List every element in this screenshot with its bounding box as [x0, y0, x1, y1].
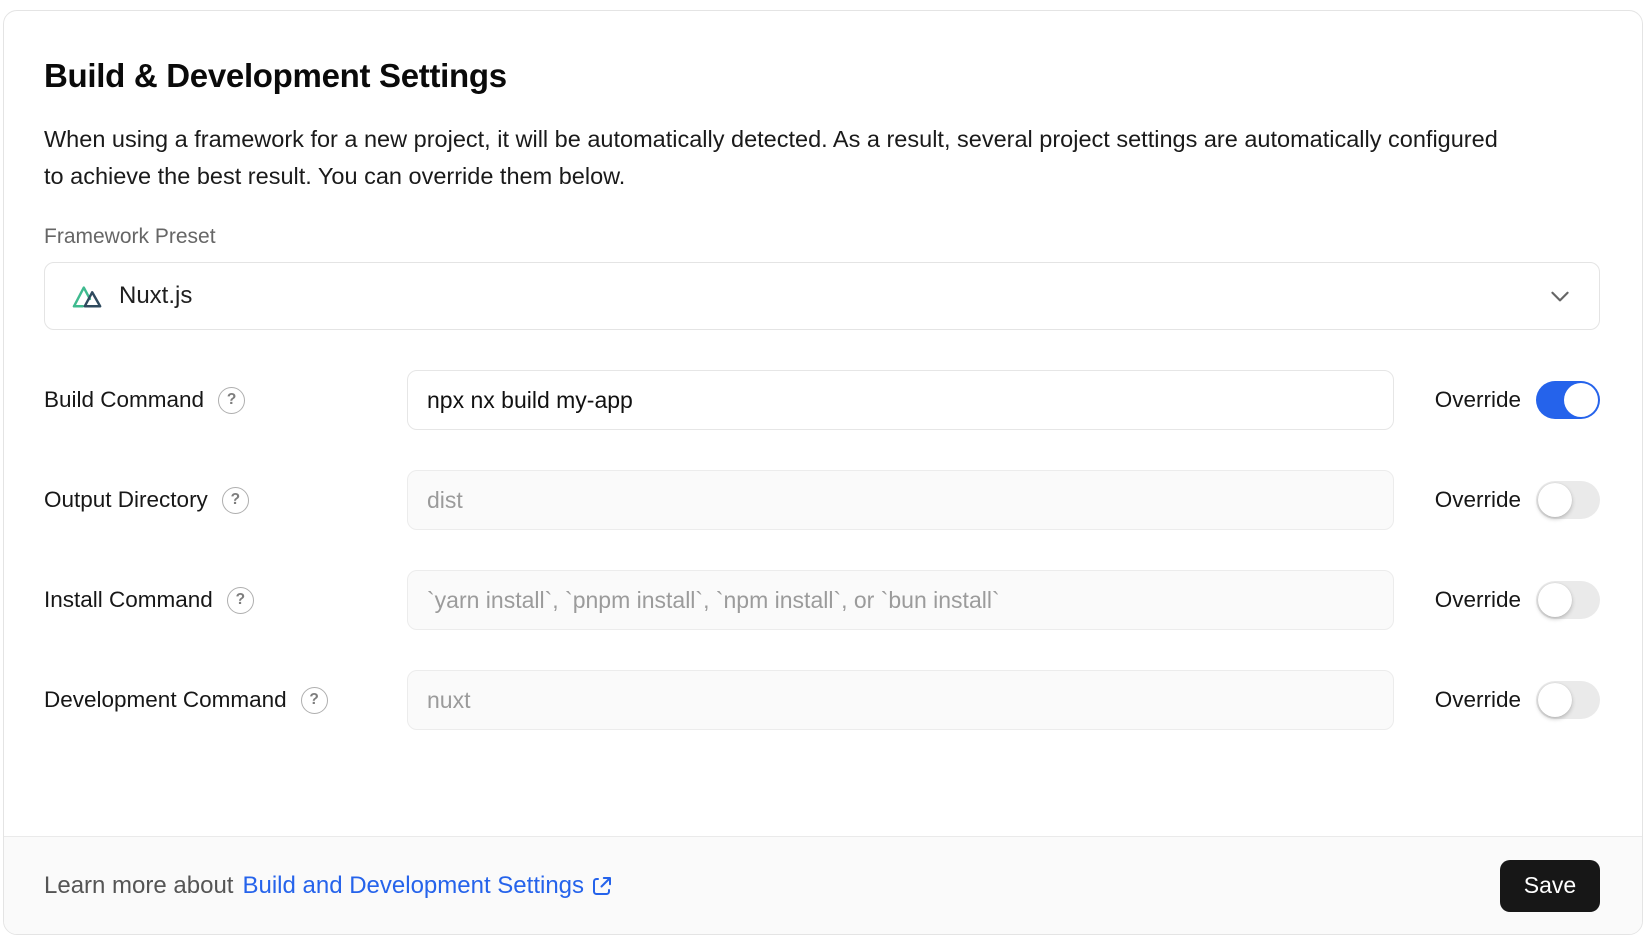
- development-command-row: Development Command ? Override: [44, 670, 1600, 730]
- framework-selected-value: Nuxt.js: [71, 282, 192, 310]
- development-command-label: Development Command: [44, 687, 287, 713]
- toggle-knob: [1538, 683, 1572, 717]
- install-command-label: Install Command: [44, 587, 213, 613]
- learn-more-text: Learn more about Build and Development S…: [44, 872, 614, 900]
- settings-description: When using a framework for a new project…: [44, 121, 1514, 195]
- link-text: Build and Development Settings: [242, 872, 584, 900]
- build-command-label: Build Command: [44, 387, 204, 413]
- toggle-knob: [1538, 483, 1572, 517]
- page-title: Build & Development Settings: [44, 57, 1600, 95]
- save-button[interactable]: Save: [1500, 860, 1600, 912]
- help-icon[interactable]: ?: [222, 487, 249, 514]
- help-icon[interactable]: ?: [227, 587, 254, 614]
- toggle-knob: [1564, 383, 1598, 417]
- install-command-label-group: Install Command ?: [44, 587, 407, 614]
- toggle-knob: [1538, 583, 1572, 617]
- help-icon[interactable]: ?: [218, 387, 245, 414]
- external-link-icon: [590, 874, 614, 898]
- output-directory-override-toggle[interactable]: [1536, 481, 1600, 519]
- development-command-input[interactable]: [407, 670, 1394, 730]
- build-command-override: Override: [1435, 381, 1600, 419]
- install-command-override-toggle[interactable]: [1536, 581, 1600, 619]
- build-command-row: Build Command ? Override: [44, 370, 1600, 430]
- framework-name: Nuxt.js: [119, 282, 192, 310]
- framework-preset-select[interactable]: Nuxt.js: [44, 262, 1600, 330]
- override-label: Override: [1435, 587, 1521, 613]
- learn-more-prefix: Learn more about: [44, 872, 233, 900]
- card-body: Build & Development Settings When using …: [4, 11, 1642, 836]
- output-directory-label-group: Output Directory ?: [44, 487, 407, 514]
- install-command-row: Install Command ? Override: [44, 570, 1600, 630]
- output-directory-input[interactable]: [407, 470, 1394, 530]
- build-settings-doc-link[interactable]: Build and Development Settings: [242, 872, 614, 900]
- card-footer: Learn more about Build and Development S…: [4, 836, 1642, 934]
- override-label: Override: [1435, 687, 1521, 713]
- output-directory-override: Override: [1435, 481, 1600, 519]
- override-label: Override: [1435, 487, 1521, 513]
- build-command-label-group: Build Command ?: [44, 387, 407, 414]
- output-directory-row: Output Directory ? Override: [44, 470, 1600, 530]
- install-command-input[interactable]: [407, 570, 1394, 630]
- install-command-override: Override: [1435, 581, 1600, 619]
- help-icon[interactable]: ?: [301, 687, 328, 714]
- chevron-down-icon: [1547, 283, 1573, 309]
- override-label: Override: [1435, 387, 1521, 413]
- nuxt-logo-icon: [71, 282, 105, 310]
- development-command-override-toggle[interactable]: [1536, 681, 1600, 719]
- build-command-override-toggle[interactable]: [1536, 381, 1600, 419]
- output-directory-label: Output Directory: [44, 487, 208, 513]
- development-command-label-group: Development Command ?: [44, 687, 407, 714]
- build-command-input[interactable]: [407, 370, 1394, 430]
- development-command-override: Override: [1435, 681, 1600, 719]
- build-dev-settings-card: Build & Development Settings When using …: [3, 10, 1643, 935]
- framework-preset-label: Framework Preset: [44, 225, 1600, 249]
